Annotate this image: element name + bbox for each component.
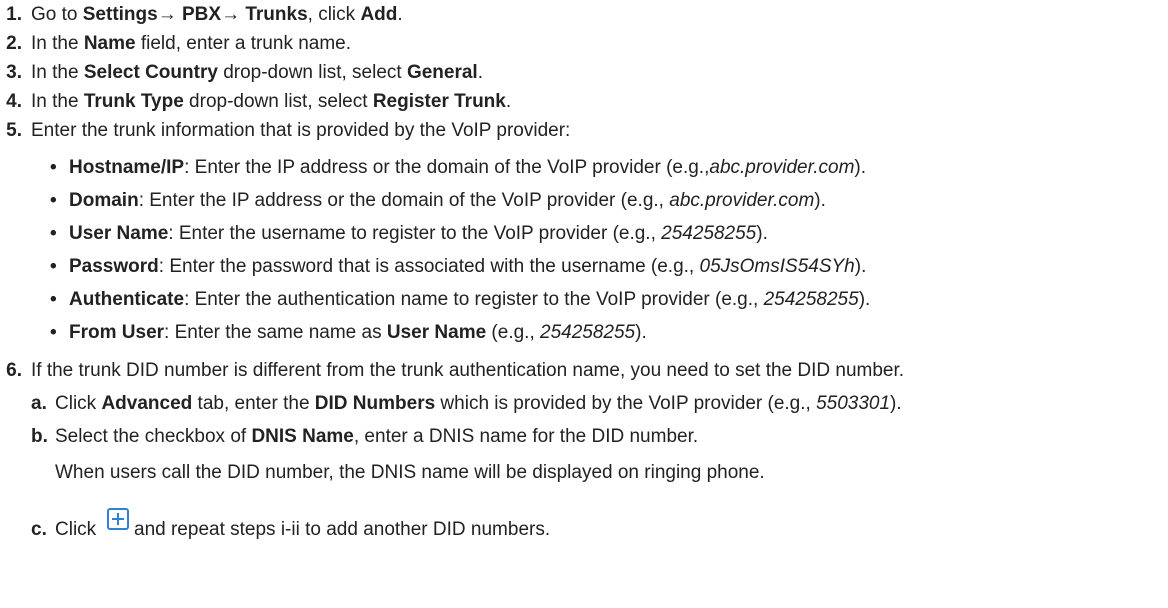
bold-text: Settings (82, 4, 158, 25)
example-value: 05JsOmsIS54SYh (699, 256, 855, 277)
step-number: 4. (6, 91, 22, 112)
plus-icon (112, 513, 124, 525)
text: ). (854, 157, 867, 178)
text: In the (31, 62, 84, 83)
text: In the (31, 33, 84, 54)
text: , click (307, 4, 361, 25)
step-number: 6. (6, 360, 22, 381)
field-label: Hostname/IP (69, 157, 185, 178)
text: In the (31, 91, 84, 112)
text: . (397, 4, 403, 25)
text: ). (814, 190, 826, 211)
plus-box-icon (107, 508, 129, 530)
field-label: Authenticate (69, 289, 185, 310)
bullet-icon: • (50, 289, 57, 310)
text: : Enter the same name as (164, 322, 387, 343)
bold-text: Name (83, 33, 136, 54)
text: . (477, 62, 483, 83)
text: Select the checkbox of (55, 426, 252, 447)
example-value: abc.provider.com (669, 190, 815, 211)
text: , enter a DNIS name for the DID number. (353, 426, 699, 447)
text: drop-down list, select (183, 91, 373, 112)
bold-text: DID Numbers (314, 393, 436, 414)
text: (e.g., (486, 322, 541, 343)
field-label: From User (69, 322, 165, 343)
text: Click (55, 393, 102, 414)
bold-text: General (406, 62, 478, 83)
text: : Enter the IP address or the domain of … (138, 190, 670, 211)
step-number: 1. (6, 4, 22, 25)
bold-text: DNIS Name (251, 426, 354, 447)
text: : Enter the password that is associated … (158, 256, 700, 277)
bold-text: Register Trunk (372, 91, 506, 112)
text: Enter the trunk information that is prov… (31, 120, 571, 141)
field-label: Domain (69, 190, 139, 211)
text: tab, enter the (192, 393, 315, 414)
bold-text: Trunks (245, 4, 308, 25)
text: → (221, 4, 246, 25)
text: : Enter the username to register to the … (168, 223, 662, 244)
bold-text: Select Country (83, 62, 218, 83)
text: Click (55, 519, 97, 540)
text: ). (890, 393, 902, 414)
text: and repeat steps i-ii to add another DID… (134, 519, 551, 540)
bullet-icon: • (50, 322, 57, 343)
text: ). (858, 289, 871, 310)
bullet-icon: • (50, 223, 57, 244)
bold-text: PBX (181, 4, 222, 25)
text: : Enter the authentication name to regis… (184, 289, 764, 310)
bullet-icon: • (50, 190, 57, 211)
bold-text: Advanced (101, 393, 193, 414)
text: field, enter a trunk name. (135, 33, 352, 54)
bold-text: Add (360, 4, 398, 25)
text: . (505, 91, 512, 112)
example-value: 254258255 (540, 322, 636, 343)
bold-text: Trunk Type (83, 91, 184, 112)
text: : Enter the IP address or the domain of … (184, 157, 710, 178)
bold-text: User Name (386, 322, 487, 343)
example-value: 254258255 (661, 223, 757, 244)
text: ). (756, 223, 768, 244)
field-label: User Name (69, 223, 169, 244)
text: If the trunk DID number is different fro… (31, 360, 905, 381)
text: which is provided by the VoIP provider (… (435, 393, 817, 414)
field-label: Password (69, 256, 159, 277)
step-number: 3. (6, 62, 22, 83)
substep-letter: c. (31, 519, 47, 540)
text: → (157, 4, 182, 25)
bullet-icon: • (50, 157, 57, 178)
text: drop-down list, select (217, 62, 407, 83)
bullet-icon: • (50, 256, 57, 277)
substep-b-note: When users call the DID number, the DNIS… (55, 462, 765, 483)
example-value: 254258255 (763, 289, 859, 310)
step-number: 5. (6, 120, 22, 141)
step-number: 2. (6, 33, 22, 54)
text: ). (635, 322, 647, 343)
text: Go to (31, 4, 83, 25)
text: ). (854, 256, 867, 277)
substep-letter: b. (31, 426, 48, 447)
example-value: abc.provider.com (709, 157, 855, 178)
example-value: 5503301 (816, 393, 891, 414)
substep-letter: a. (31, 393, 47, 414)
